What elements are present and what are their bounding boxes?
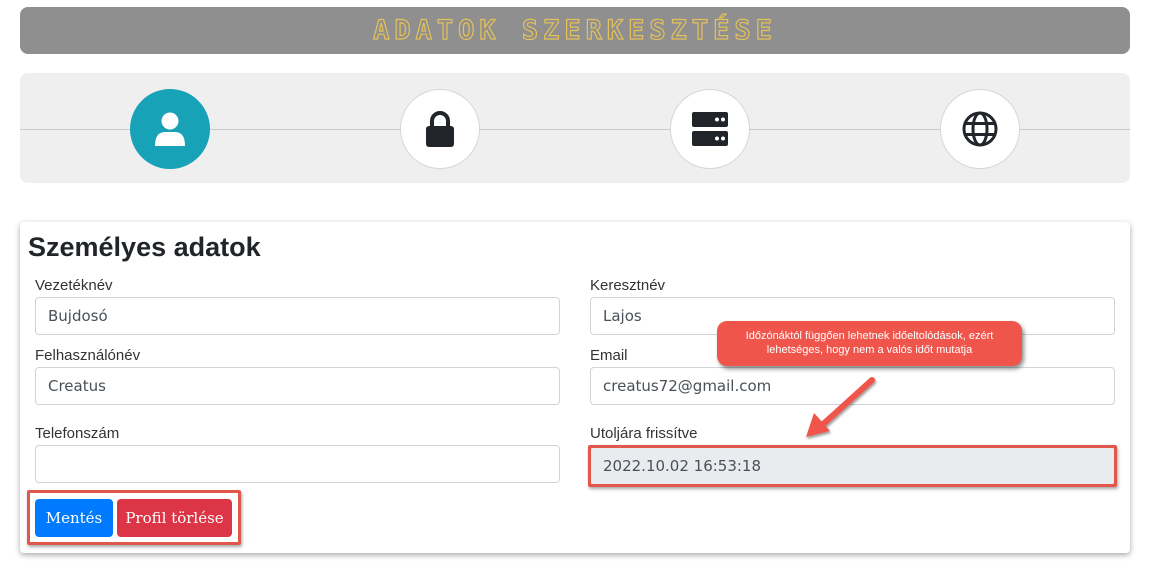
phone-label: Telefonszám: [35, 425, 120, 442]
page-title: ADATOK SZERKESZTÉSE: [372, 14, 777, 46]
timezone-note-callout: Időzónáktól függően lehetnek időeltolódá…: [717, 321, 1022, 366]
first-name-label: Keresztnév: [590, 277, 666, 294]
step-personal-data[interactable]: [130, 89, 210, 169]
globe-icon: [962, 111, 998, 147]
step-server[interactable]: [670, 89, 750, 169]
buttons-highlight: [27, 490, 241, 545]
last-name-label: Vezetéknév: [35, 277, 113, 294]
personal-data-card: Személyes adatok Vezetéknév Bujdosó Kere…: [20, 222, 1130, 553]
last-updated-label: Utoljára frissítve: [590, 425, 698, 442]
section-title: Személyes adatok: [28, 232, 261, 262]
phone-input[interactable]: [35, 445, 560, 483]
arrow-icon: [800, 375, 880, 445]
step-navigation: [20, 73, 1130, 183]
user-icon: [153, 111, 187, 147]
page-header: ADATOK SZERKESZTÉSE: [20, 7, 1130, 54]
step-language[interactable]: [940, 89, 1020, 169]
step-password[interactable]: [400, 89, 480, 169]
server-icon: [692, 112, 728, 146]
username-input[interactable]: Creatus: [35, 367, 560, 405]
email-label: Email: [590, 347, 628, 364]
last-name-input[interactable]: Bujdosó: [35, 297, 560, 335]
username-label: Felhasználónév: [35, 347, 141, 364]
lock-icon: [424, 110, 456, 148]
last-updated-highlight: [588, 445, 1117, 487]
